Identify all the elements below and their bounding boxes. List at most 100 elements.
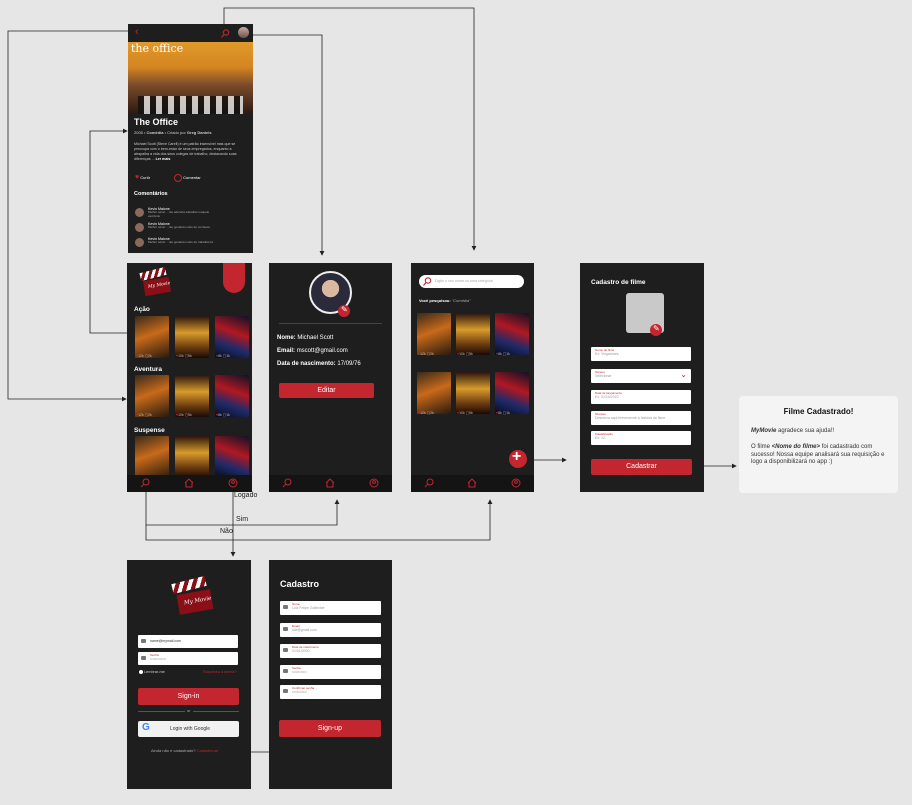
profile-icon[interactable] xyxy=(511,478,521,488)
movie-poster[interactable] xyxy=(456,313,490,355)
movie-poster[interactable] xyxy=(495,313,529,355)
movie-poster[interactable] xyxy=(215,375,249,417)
register-prompt: Ainda não é cadastrado? Cadastre-se xyxy=(151,748,219,753)
flow-label-yes: Sim xyxy=(236,516,249,523)
user-icon xyxy=(283,605,288,609)
search-icon[interactable] xyxy=(140,478,150,488)
poster-stats: ♥8k ▢1k xyxy=(496,352,510,356)
synopsis: Michael Scott (Steve Carell) é um patrão… xyxy=(134,142,247,162)
thanks-line: MyMovie agradece sua ajuda!! xyxy=(751,428,834,434)
movie-poster[interactable] xyxy=(135,375,169,417)
category-heading: Suspense xyxy=(134,427,165,434)
release-date-field[interactable]: Data de lançamento Ex: 01/10/2020 xyxy=(591,390,691,404)
category-heading: Ação xyxy=(134,306,150,313)
movie-poster[interactable] xyxy=(456,372,490,414)
screen-login: My Movie name@mymail.com Senha •••••••••… xyxy=(127,560,251,789)
poster-stats: ♥8k ▢1k xyxy=(216,354,230,358)
movie-poster[interactable] xyxy=(495,372,529,414)
logo: My Movie xyxy=(139,266,172,297)
movie-poster[interactable] xyxy=(417,372,451,414)
avatar[interactable] xyxy=(238,27,249,38)
movie-poster[interactable] xyxy=(135,436,169,478)
divider xyxy=(279,323,382,324)
movie-poster[interactable] xyxy=(215,316,249,358)
edit-image-button[interactable]: ✎ xyxy=(650,324,662,336)
edit-photo-button[interactable]: ✎ xyxy=(338,305,350,317)
movie-name-field[interactable]: Nome do filme Ex: Vingadores xyxy=(591,347,691,361)
google-icon: G xyxy=(142,722,150,733)
mail-icon xyxy=(283,627,288,631)
bottom-nav xyxy=(269,475,392,492)
movie-poster[interactable] xyxy=(175,436,209,478)
signup-button[interactable]: Sign-up xyxy=(279,720,381,737)
home-icon[interactable] xyxy=(467,478,477,488)
checkbox[interactable] xyxy=(139,670,143,674)
search-placeholder: Digite o seu nome ou uma categoria xyxy=(435,279,493,283)
profile-tab[interactable] xyxy=(223,263,245,293)
like-button[interactable]: ♥ Curtir xyxy=(135,174,150,181)
lock-icon xyxy=(283,689,288,693)
email-label: Email: xyxy=(277,348,296,354)
comment-button[interactable]: Comentar xyxy=(174,174,201,182)
confirm-password-field[interactable]: Confirmar senha •••••••••••• xyxy=(280,685,381,699)
flow-label-no: Não xyxy=(220,528,233,535)
comment-item: Kevin Malone Melhor série! ... Eu gostar… xyxy=(135,237,247,249)
plus-icon: + xyxy=(512,448,522,465)
birthdate-field[interactable]: Data de nascimento 01/01/2000 xyxy=(280,644,381,658)
name-field[interactable]: Nome Luiz Felipe Gollecker xyxy=(280,601,381,615)
birth-field: Data de nascimento: 17/09/76 xyxy=(277,361,361,367)
lock-icon xyxy=(141,656,146,660)
edit-button[interactable]: Editar xyxy=(279,383,374,398)
search-icon[interactable] xyxy=(282,478,292,488)
movie-poster[interactable] xyxy=(135,316,169,358)
synopsis-field[interactable]: Sinopse Descreva aqui brevemente a histó… xyxy=(591,411,691,425)
home-icon[interactable] xyxy=(325,478,335,488)
name-value: Michael Scott xyxy=(297,335,334,341)
submit-button[interactable]: Cadastrar xyxy=(591,459,692,475)
password-field[interactable]: Senha ••••••••••••• xyxy=(138,652,238,665)
forgot-password-link[interactable]: Esqueceu a senha? xyxy=(203,670,237,674)
profile-icon[interactable] xyxy=(228,478,238,488)
search-icon[interactable] xyxy=(221,29,230,38)
mail-icon xyxy=(141,639,146,643)
like-label: Curtir xyxy=(140,175,151,180)
meta-genre: Comédia xyxy=(146,130,164,135)
movie-poster[interactable] xyxy=(175,375,209,417)
register-link[interactable]: Cadastre-se xyxy=(197,748,219,753)
search-bar[interactable]: Digite o seu nome ou uma categoria xyxy=(419,275,524,288)
password-field[interactable]: Senha •••••••••••• xyxy=(280,665,381,679)
read-more-link[interactable]: Ler mais xyxy=(156,157,171,161)
remember-me[interactable]: Lembrar-me xyxy=(139,670,165,674)
comment-label: Comentar xyxy=(183,175,201,181)
success-message: O filme <Nome do filme> foi cadastrado c… xyxy=(751,444,885,465)
email-field[interactable]: name@mymail.com xyxy=(138,635,238,648)
screen-show-detail: ‹ the office The Office 2005 • Comédia •… xyxy=(128,24,253,253)
show-poster: the office xyxy=(128,42,253,114)
signin-button[interactable]: Sign-in xyxy=(138,688,239,705)
synopsis-text: Michael Scott (Steve Carell) é um patrão… xyxy=(134,142,237,161)
back-arrow-icon[interactable]: ‹ xyxy=(135,26,139,38)
google-login-button[interactable]: G Login with Google xyxy=(138,721,239,737)
profile-icon[interactable] xyxy=(369,478,379,488)
screen-profile: ✎ Nome: Michael Scott Email: mscott@gmai… xyxy=(269,263,392,492)
meta-creator: Greg Daniels xyxy=(186,130,212,135)
rating-field[interactable]: Classificação Ex: 12 xyxy=(591,431,691,445)
avatar xyxy=(135,238,144,247)
page-title: Cadastro de filme xyxy=(591,279,646,286)
movie-poster[interactable] xyxy=(215,436,249,478)
comment-item: Kevin Malone Melhor série! ... Eu adorar… xyxy=(135,207,247,219)
poster-stats: ♥10k ▢5k xyxy=(176,413,192,417)
meta-year: 2005 xyxy=(134,130,143,135)
or-label: or xyxy=(185,708,193,713)
google-button-label: Login with Google xyxy=(170,726,211,732)
email-field[interactable]: Email luiz@gmail.com xyxy=(280,623,381,637)
movie-poster[interactable] xyxy=(175,316,209,358)
movie-poster[interactable] xyxy=(417,313,451,355)
top-bar: ‹ xyxy=(128,24,253,42)
search-icon[interactable] xyxy=(424,478,434,488)
success-title: Filme Cadastrado! xyxy=(783,407,854,416)
genre-select[interactable]: Gênero Selecionar ⌄ xyxy=(591,369,691,383)
add-movie-button[interactable]: + xyxy=(509,448,527,468)
home-icon[interactable] xyxy=(184,478,194,488)
comment-bubble-icon xyxy=(174,174,182,182)
